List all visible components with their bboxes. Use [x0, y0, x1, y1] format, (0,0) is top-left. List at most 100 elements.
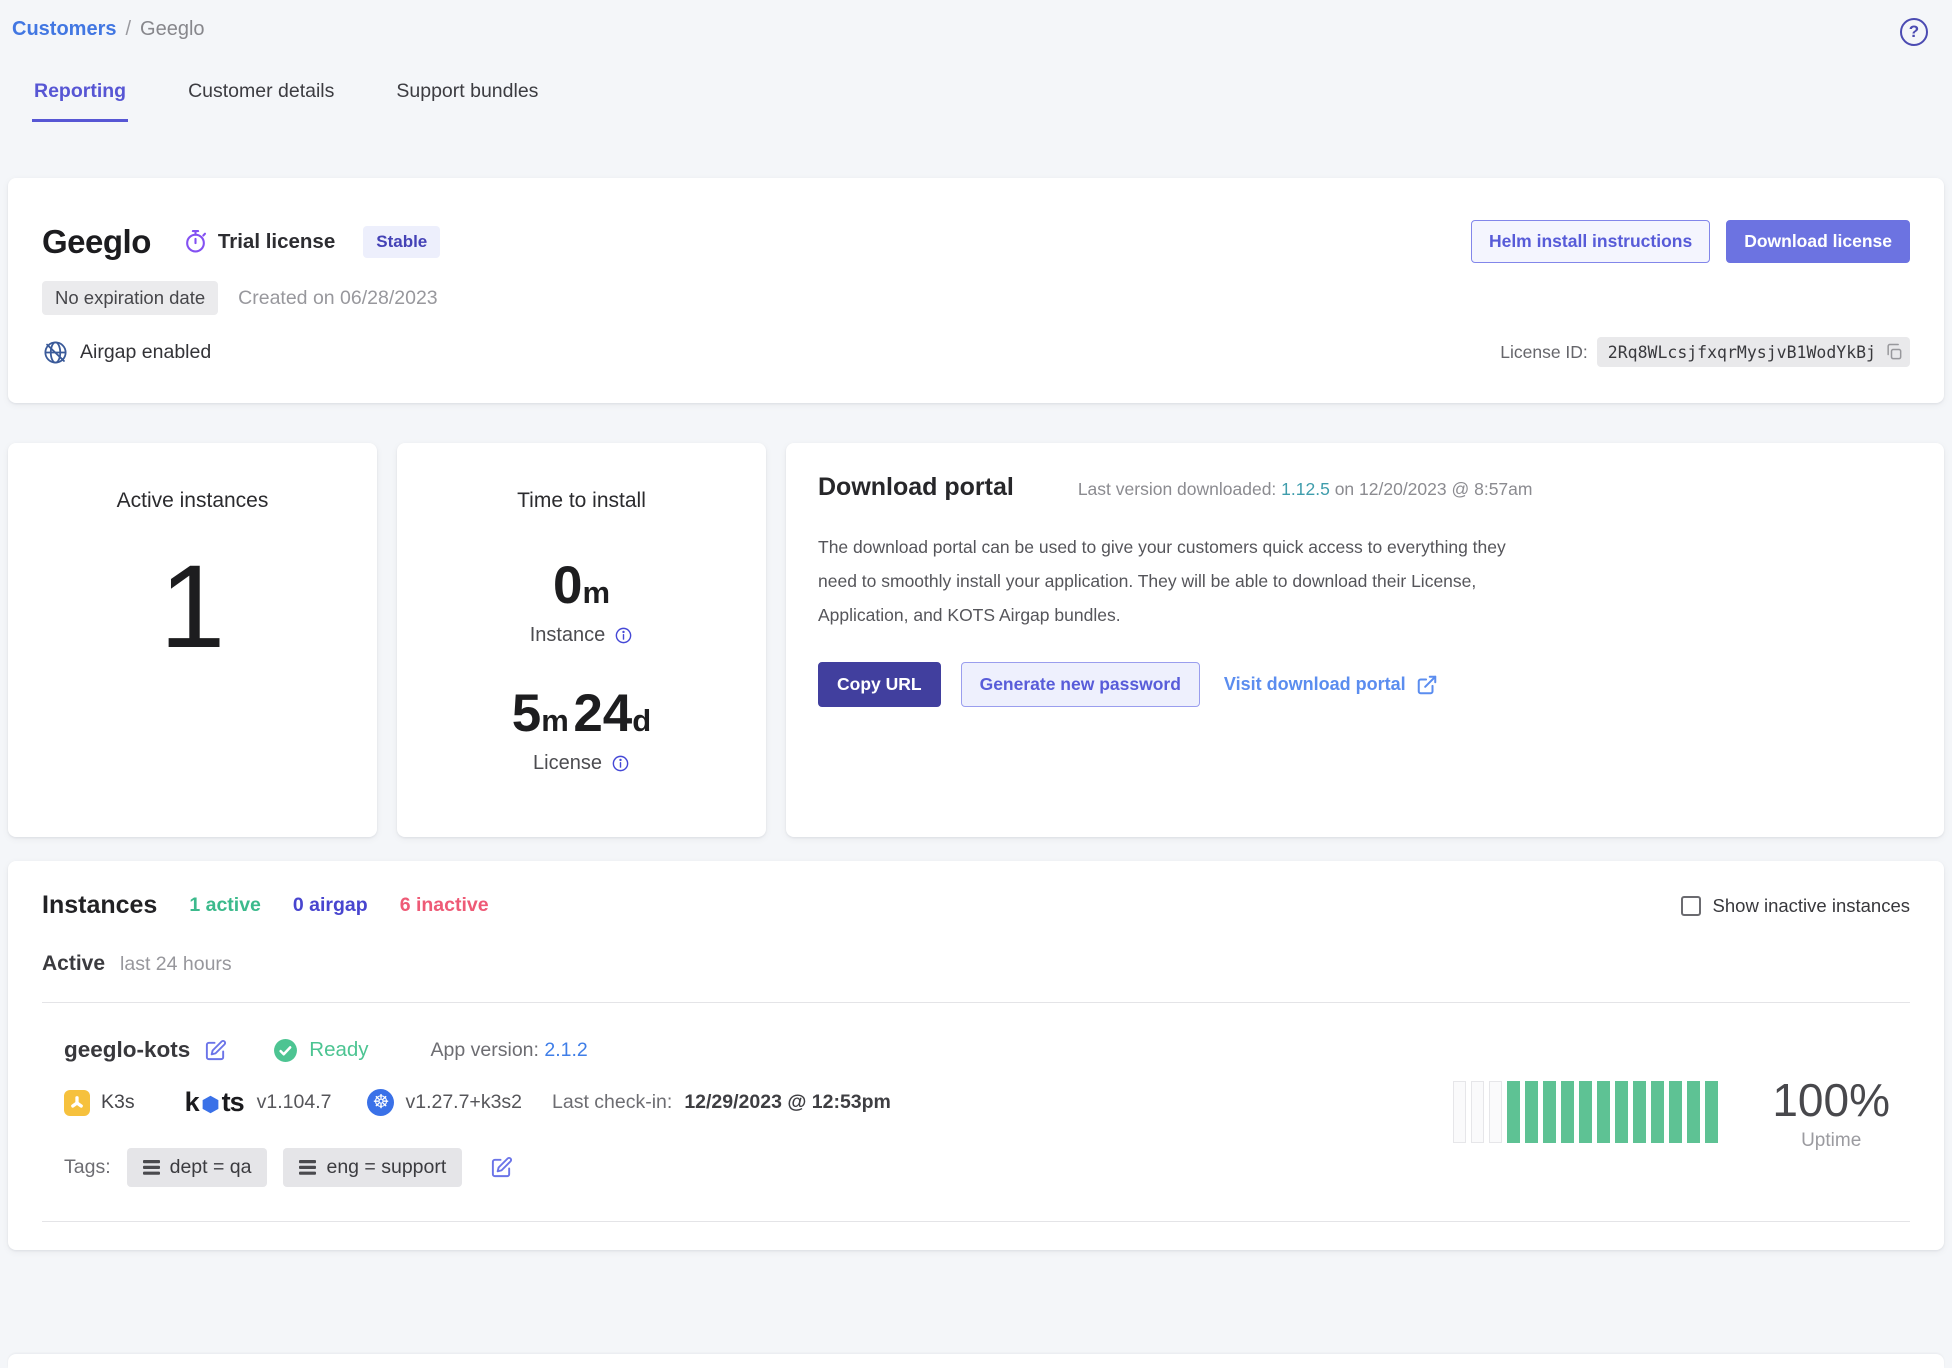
last-checkin-value: 12/29/2023 @ 12:53pm	[684, 1091, 891, 1114]
breadcrumb: Customers / Geeglo	[12, 18, 205, 41]
active-instances-title: Active instances	[8, 489, 377, 513]
download-portal-card: Download portal Last version downloaded:…	[786, 443, 1944, 837]
license-time-unit1: m	[541, 703, 569, 738]
license-type: Trial license	[183, 229, 335, 254]
visit-download-portal-label: Visit download portal	[1224, 674, 1406, 695]
helm-install-instructions-button[interactable]: Helm install instructions	[1471, 220, 1710, 263]
customer-name: Geeglo	[42, 223, 151, 261]
instance-status: Ready	[273, 1038, 368, 1063]
tags-label: Tags:	[64, 1156, 111, 1179]
show-inactive-label: Show inactive instances	[1713, 895, 1910, 917]
tag-pill: eng = support	[283, 1148, 462, 1187]
license-summary-card: Geeglo Trial license Stable Helm install…	[8, 178, 1944, 403]
last-version-downloaded: Last version downloaded: 1.12.5 on 12/20…	[1078, 479, 1533, 500]
kots-logo: k ts	[185, 1087, 244, 1118]
active-instances-count: 1	[8, 539, 377, 675]
uptime-bars	[1453, 1081, 1718, 1143]
time-to-install-title: Time to install	[397, 489, 766, 513]
last-checkin-label: Last check-in:	[552, 1091, 672, 1114]
uptime-widget: 100% Uptime	[1453, 1073, 1904, 1152]
license-time-number1: 5	[512, 684, 541, 743]
instance-time-unit: m	[582, 575, 610, 610]
uptime-bar-filled	[1525, 1081, 1538, 1143]
app-version: App version: 2.1.2	[431, 1039, 588, 1062]
tab-support-bundles[interactable]: Support bundles	[394, 80, 540, 122]
breadcrumb-separator: /	[125, 18, 131, 41]
tab-bar: Reporting Customer details Support bundl…	[8, 46, 1944, 122]
license-install-time: 5m 24d	[397, 683, 766, 744]
uptime-bar-empty	[1453, 1081, 1466, 1143]
uptime-percent: 100%	[1772, 1073, 1890, 1127]
divider	[42, 1221, 1910, 1222]
generate-new-password-button[interactable]: Generate new password	[961, 662, 1200, 707]
kots-logo-ts: ts	[222, 1087, 244, 1118]
k8s-version-group: ☸ v1.27.7+k3s2	[367, 1089, 522, 1116]
time-to-install-card: Time to install 0m Instance 5m 24d Licen…	[397, 443, 766, 837]
ready-check-icon	[273, 1038, 298, 1063]
airgap-status: Airgap enabled	[42, 339, 211, 366]
last-checkin: Last check-in: 12/29/2023 @ 12:53pm	[552, 1091, 891, 1114]
airgap-globe-icon	[42, 339, 69, 366]
help-icon[interactable]: ?	[1900, 18, 1928, 46]
instances-card: Instances 1 active 0 airgap 6 inactive S…	[8, 861, 1944, 1250]
uptime-bar-filled	[1507, 1081, 1520, 1143]
download-portal-title: Download portal	[818, 473, 1014, 502]
instance-status-label: Ready	[309, 1038, 368, 1062]
show-inactive-checkbox[interactable]	[1681, 896, 1701, 916]
active-count-link[interactable]: 1 active	[189, 894, 261, 917]
app-version-label: App version:	[431, 1039, 539, 1061]
visit-download-portal-link[interactable]: Visit download portal	[1224, 674, 1438, 696]
tab-reporting[interactable]: Reporting	[32, 80, 128, 122]
last-version-suffix: on 12/20/2023 @ 8:57am	[1335, 479, 1533, 499]
instance-info-icon[interactable]	[614, 626, 633, 645]
tag-value: eng = support	[326, 1156, 446, 1179]
uptime-bar-filled	[1597, 1081, 1610, 1143]
uptime-bar-filled	[1687, 1081, 1700, 1143]
top-bar: Customers / Geeglo ?	[8, 10, 1944, 46]
uptime-bar-empty	[1489, 1081, 1502, 1143]
uptime-bar-filled	[1561, 1081, 1574, 1143]
instance-install-time: 0m	[397, 555, 766, 616]
trial-timer-icon	[183, 229, 208, 254]
license-id-pill: 2Rq8WLcsjfxqrMysjvB1WodYkBj	[1597, 337, 1910, 367]
uptime-bar-filled	[1579, 1081, 1592, 1143]
uptime-percent-block: 100% Uptime	[1772, 1073, 1890, 1152]
download-license-button[interactable]: Download license	[1726, 220, 1910, 263]
uptime-label: Uptime	[1772, 1130, 1890, 1152]
kubernetes-icon: ☸	[367, 1089, 394, 1116]
instance-time-label-row: Instance	[397, 624, 766, 647]
license-time-number2: 24	[573, 684, 632, 743]
airgap-count-link[interactable]: 0 airgap	[293, 894, 368, 917]
license-info-icon[interactable]	[611, 754, 630, 773]
kots-version: v1.104.7	[257, 1091, 332, 1114]
uptime-bar-empty	[1471, 1081, 1484, 1143]
app-version-link[interactable]: 2.1.2	[544, 1039, 587, 1061]
license-time-label-row: License	[397, 752, 766, 775]
kots-version-group: k ts v1.104.7	[185, 1087, 332, 1118]
tag-lines-icon	[299, 1160, 316, 1175]
license-time-label: License	[533, 752, 602, 775]
copy-license-id-icon[interactable]	[1884, 342, 1904, 362]
instance-row: geeglo-kots Ready	[42, 1003, 1910, 1187]
tag-value: dept = qa	[170, 1156, 252, 1179]
download-portal-description: The download portal can be used to give …	[818, 530, 1528, 632]
instances-title: Instances	[42, 891, 157, 920]
airgap-label: Airgap enabled	[80, 341, 211, 364]
copy-url-button[interactable]: Copy URL	[818, 662, 941, 707]
edit-instance-name-icon[interactable]	[204, 1039, 227, 1062]
tab-customer-details[interactable]: Customer details	[186, 80, 336, 122]
tags-row: Tags: dept = qa eng = support	[64, 1148, 1453, 1187]
license-time-unit2: d	[632, 703, 651, 738]
uptime-bar-filled	[1705, 1081, 1718, 1143]
license-id-row: License ID: 2Rq8WLcsjfxqrMysjvB1WodYkBj	[1500, 337, 1910, 367]
last-version-link[interactable]: 1.12.5	[1281, 479, 1330, 499]
external-link-icon	[1416, 674, 1438, 696]
distribution: K3s	[64, 1090, 135, 1116]
expiration-badge: No expiration date	[42, 281, 218, 315]
k3s-icon	[64, 1090, 90, 1116]
breadcrumb-customers-link[interactable]: Customers	[12, 18, 116, 41]
kots-logo-hexagon	[200, 1094, 221, 1115]
kots-logo-k: k	[185, 1087, 199, 1118]
edit-tags-icon[interactable]	[490, 1156, 513, 1179]
inactive-count-link[interactable]: 6 inactive	[400, 894, 489, 917]
